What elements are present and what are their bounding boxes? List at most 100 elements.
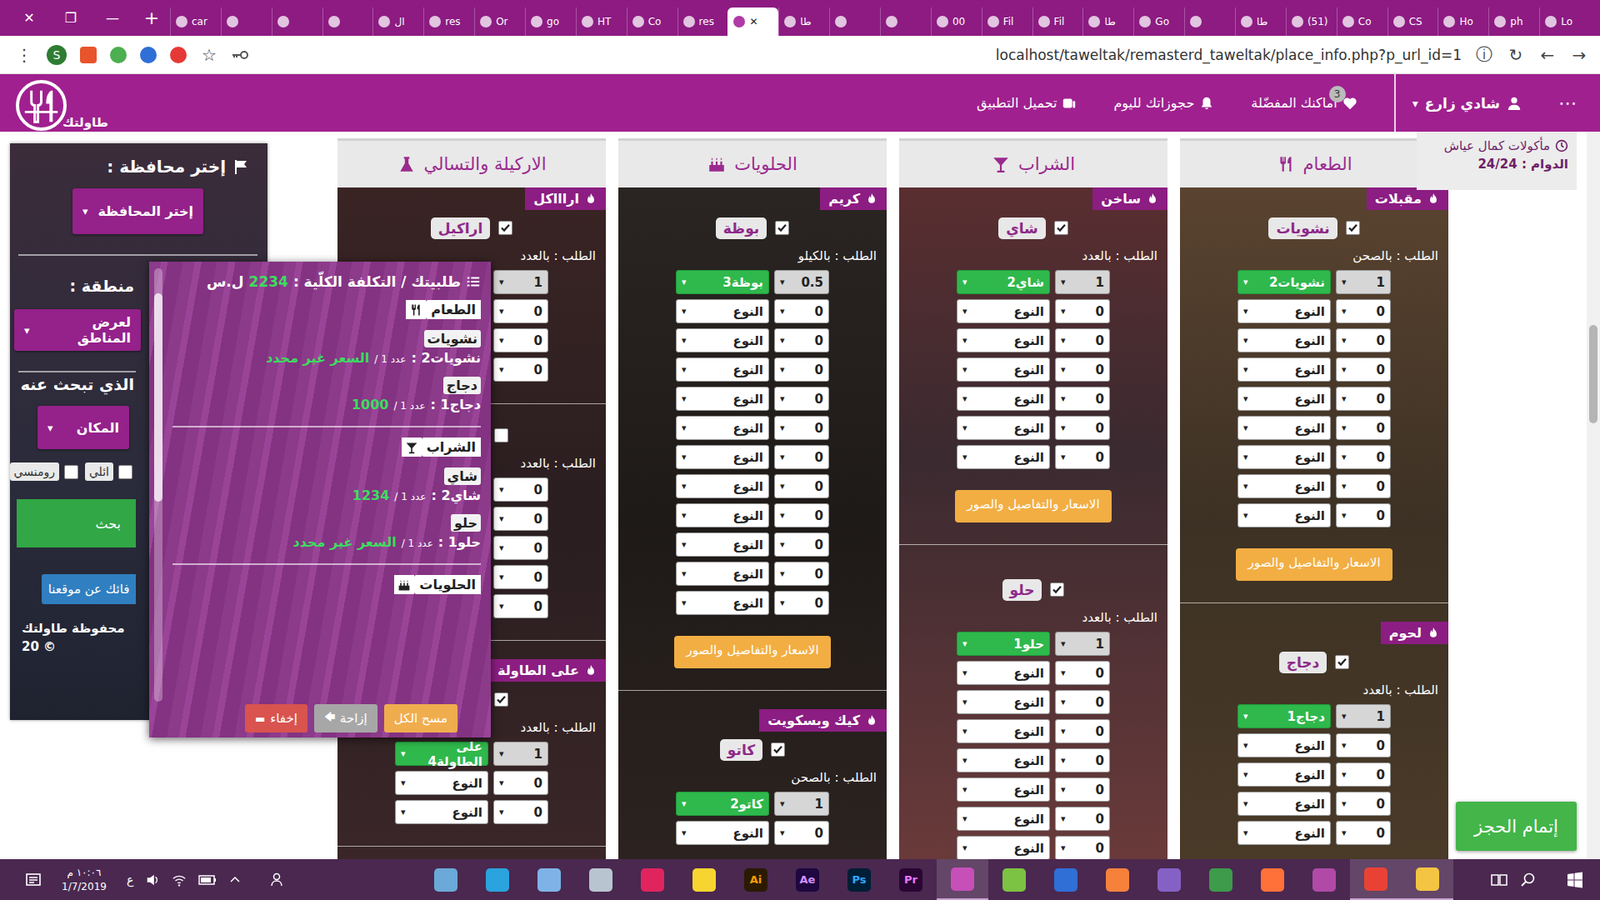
quantity-select[interactable]: 0▾ bbox=[1055, 328, 1110, 353]
window-control[interactable]: ❐ bbox=[50, 0, 92, 36]
type-select[interactable]: النوع▾ bbox=[1237, 762, 1331, 787]
more-menu-button[interactable]: ⋯ bbox=[1558, 92, 1577, 114]
type-select[interactable]: النوع▾ bbox=[395, 770, 489, 795]
type-select[interactable]: النوع▾ bbox=[1237, 299, 1331, 324]
scroll-thumb[interactable] bbox=[1589, 325, 1598, 424]
task-view-icon[interactable] bbox=[1490, 871, 1509, 889]
quantity-select[interactable]: 0▾ bbox=[1055, 660, 1110, 685]
profile-button[interactable]: S bbox=[46, 45, 67, 65]
chevron-up-icon[interactable] bbox=[228, 873, 242, 887]
volume-icon[interactable] bbox=[145, 872, 160, 888]
quantity-select[interactable]: 0▾ bbox=[774, 532, 830, 557]
quantity-select[interactable]: 0▾ bbox=[774, 357, 830, 382]
checkbox[interactable] bbox=[770, 742, 785, 757]
browser-nav-button[interactable]: → bbox=[1570, 45, 1589, 65]
type-select[interactable]: النوع▾ bbox=[1237, 474, 1331, 499]
browser-tab[interactable]: go bbox=[525, 7, 576, 36]
browser-tab[interactable]: Fil bbox=[981, 7, 1033, 36]
type-select[interactable]: النوع▾ bbox=[395, 800, 489, 825]
user-menu[interactable]: شادي زارع ▾ bbox=[1394, 74, 1522, 132]
browser-tab[interactable]: Ho bbox=[1437, 7, 1489, 36]
details-button[interactable]: الاسعار والتفاصيل والصور bbox=[674, 635, 830, 669]
type-select[interactable]: النوع▾ bbox=[956, 415, 1050, 440]
quantity-select[interactable]: 0▾ bbox=[1335, 328, 1391, 353]
panel-button[interactable]: إزاحة 🡄 bbox=[314, 704, 378, 733]
window-control[interactable]: ✕ bbox=[8, 0, 50, 36]
browser-tab[interactable] bbox=[322, 7, 374, 36]
quantity-select[interactable]: 0▾ bbox=[1055, 719, 1110, 744]
taskbar-app[interactable] bbox=[471, 859, 524, 900]
item-name[interactable]: بوظة bbox=[715, 217, 767, 240]
taskbar-app[interactable] bbox=[1246, 859, 1299, 900]
quantity-select[interactable]: 0▾ bbox=[1335, 762, 1391, 787]
quantity-select[interactable]: 0▾ bbox=[493, 770, 549, 795]
area-dropdown[interactable]: لعرض المناطق▾ bbox=[14, 309, 141, 351]
nav-item[interactable]: تحميل التطبيق bbox=[976, 95, 1077, 111]
taskbar-app[interactable] bbox=[626, 859, 679, 900]
quantity-select[interactable]: 0▾ bbox=[1055, 357, 1110, 382]
browser-tab[interactable]: Go bbox=[1133, 7, 1185, 36]
quantity-select[interactable]: 0▾ bbox=[1055, 748, 1110, 773]
quantity-select[interactable]: 0▾ bbox=[774, 503, 830, 528]
type-select[interactable]: النوع▾ bbox=[956, 806, 1050, 831]
battery-icon[interactable] bbox=[198, 872, 217, 888]
type-select[interactable]: النوع▾ bbox=[675, 503, 770, 528]
type-select[interactable]: النوع▾ bbox=[1237, 386, 1331, 411]
panel-button[interactable]: إخفاء ▬ bbox=[245, 704, 308, 733]
type-select[interactable]: النوع▾ bbox=[956, 386, 1050, 411]
browser-tab[interactable]: ✕ bbox=[727, 7, 779, 36]
checkbox[interactable] bbox=[64, 465, 79, 480]
quantity-select[interactable]: 0.5▾ bbox=[774, 270, 830, 295]
type-select[interactable]: نشويات2▾ bbox=[1237, 270, 1331, 295]
browser-tab[interactable]: Lo bbox=[1539, 7, 1590, 36]
nav-item[interactable]: حجوزاتك لليوم bbox=[1113, 95, 1215, 111]
quantity-select[interactable]: 0▾ bbox=[1055, 806, 1110, 831]
extension-icon[interactable] bbox=[80, 46, 97, 64]
item-name[interactable]: كاتو bbox=[720, 739, 763, 761]
browser-tab[interactable]: res bbox=[423, 7, 475, 36]
quantity-select[interactable]: 0▾ bbox=[1335, 445, 1391, 470]
finish-booking-button[interactable]: إتمام الحجز bbox=[1455, 801, 1577, 851]
quantity-select[interactable]: 1▾ bbox=[1055, 631, 1110, 656]
quantity-select[interactable]: 0▾ bbox=[493, 357, 549, 382]
quantity-select[interactable]: 0▾ bbox=[774, 386, 830, 411]
item-name[interactable]: شاي bbox=[998, 217, 1046, 240]
quantity-select[interactable]: 0▾ bbox=[1055, 835, 1110, 860]
quantity-select[interactable]: 0▾ bbox=[774, 820, 830, 845]
checkbox[interactable] bbox=[1335, 655, 1350, 670]
checkbox[interactable] bbox=[494, 428, 509, 443]
browser-tab[interactable]: 00 bbox=[930, 7, 982, 36]
browser-nav-button[interactable]: ⓘ bbox=[1475, 43, 1494, 66]
type-select[interactable]: النوع▾ bbox=[675, 590, 770, 615]
taskbar-app[interactable]: Ai bbox=[730, 859, 782, 900]
extension-icon[interactable] bbox=[170, 46, 187, 64]
quantity-select[interactable]: 0▾ bbox=[493, 506, 549, 531]
extension-icon[interactable] bbox=[140, 46, 157, 64]
quantity-select[interactable]: 0▾ bbox=[493, 594, 549, 619]
quantity-select[interactable]: 0▾ bbox=[1335, 820, 1391, 845]
type-select[interactable]: النوع▾ bbox=[956, 445, 1050, 470]
type-select[interactable]: النوع▾ bbox=[1237, 820, 1331, 845]
quantity-select[interactable]: 0▾ bbox=[1335, 733, 1391, 758]
browser-tab[interactable] bbox=[220, 7, 272, 36]
quantity-select[interactable]: 0▾ bbox=[1055, 415, 1110, 440]
browser-tab[interactable]: Or bbox=[474, 7, 525, 36]
taskbar-app[interactable]: Ae bbox=[781, 859, 834, 900]
type-select[interactable]: النوع▾ bbox=[956, 835, 1050, 860]
quantity-select[interactable]: 0▾ bbox=[774, 328, 830, 353]
type-select[interactable]: النوع▾ bbox=[675, 415, 770, 440]
browser-tab[interactable]: طا bbox=[1082, 7, 1134, 36]
item-name[interactable]: دجاج bbox=[1279, 651, 1328, 674]
details-button[interactable]: الاسعار والتفاصيل والصور bbox=[955, 490, 1111, 523]
quantity-select[interactable]: 0▾ bbox=[493, 299, 549, 324]
taskbar-app[interactable] bbox=[420, 859, 472, 900]
type-select[interactable]: النوع▾ bbox=[1237, 415, 1331, 440]
taskbar-app[interactable]: Ps bbox=[833, 859, 885, 900]
type-select[interactable]: دجاج1▾ bbox=[1237, 704, 1331, 729]
quantity-select[interactable]: 0▾ bbox=[774, 415, 830, 440]
tag-filter[interactable]: ائلي bbox=[85, 462, 133, 481]
type-select[interactable]: النوع▾ bbox=[675, 299, 770, 324]
taskbar-app[interactable] bbox=[678, 859, 730, 900]
quantity-select[interactable]: 1▾ bbox=[1335, 704, 1391, 729]
type-select[interactable]: النوع▾ bbox=[1237, 445, 1331, 470]
